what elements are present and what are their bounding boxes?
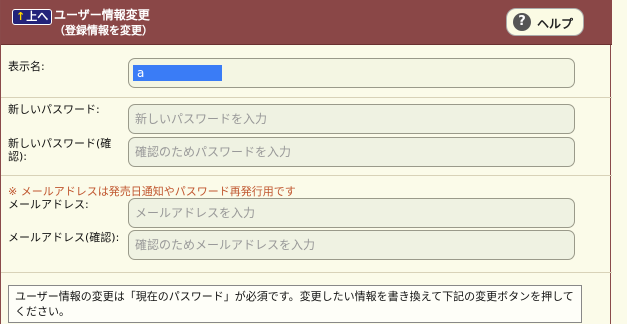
- help-button-label: ヘルプ: [537, 17, 574, 31]
- page-title: ユーザー情報変更: [54, 8, 150, 22]
- divider: [1, 272, 612, 273]
- email-confirm-label: メールアドレス(確認):: [8, 231, 120, 244]
- question-icon: ?: [513, 13, 531, 31]
- up-button[interactable]: ↑上へ: [12, 9, 53, 25]
- new-password-label: 新しいパスワード:: [8, 103, 100, 116]
- page-subtitle: （登録情報を変更）: [54, 24, 153, 37]
- display-name-value: a: [133, 65, 222, 81]
- display-name-field[interactable]: a: [128, 58, 575, 88]
- dialog-frame: ↑上へ ユーザー情報変更 （登録情報を変更） ? ヘルプ 表示名: a 新しいパ…: [0, 0, 612, 324]
- email-label: メールアドレス:: [8, 198, 89, 211]
- new-password-confirm-field[interactable]: 確認のためパスワードを入力: [128, 137, 575, 167]
- up-arrow-icon: ↑: [16, 10, 26, 23]
- up-button-label: 上へ: [26, 10, 49, 23]
- divider: [1, 97, 612, 98]
- divider: [1, 175, 612, 176]
- email-field[interactable]: メールアドレスを入力: [128, 198, 575, 228]
- help-button[interactable]: ? ヘルプ: [506, 8, 584, 36]
- email-confirm-field[interactable]: 確認のためメールアドレスを入力: [128, 230, 575, 260]
- email-note: ※ メールアドレスは発売日通知やパスワード再発行用です: [8, 185, 296, 198]
- info-message: ユーザー情報の変更は「現在のパスワード」が必須です。変更したい情報を書き換えて下…: [8, 285, 582, 323]
- new-password-field[interactable]: 新しいパスワードを入力: [128, 104, 575, 134]
- new-password-confirm-label: 新しいパスワード(確認):: [8, 137, 112, 163]
- display-name-label: 表示名:: [8, 60, 45, 73]
- header-bar: ↑上へ ユーザー情報変更 （登録情報を変更） ? ヘルプ: [1, 0, 612, 45]
